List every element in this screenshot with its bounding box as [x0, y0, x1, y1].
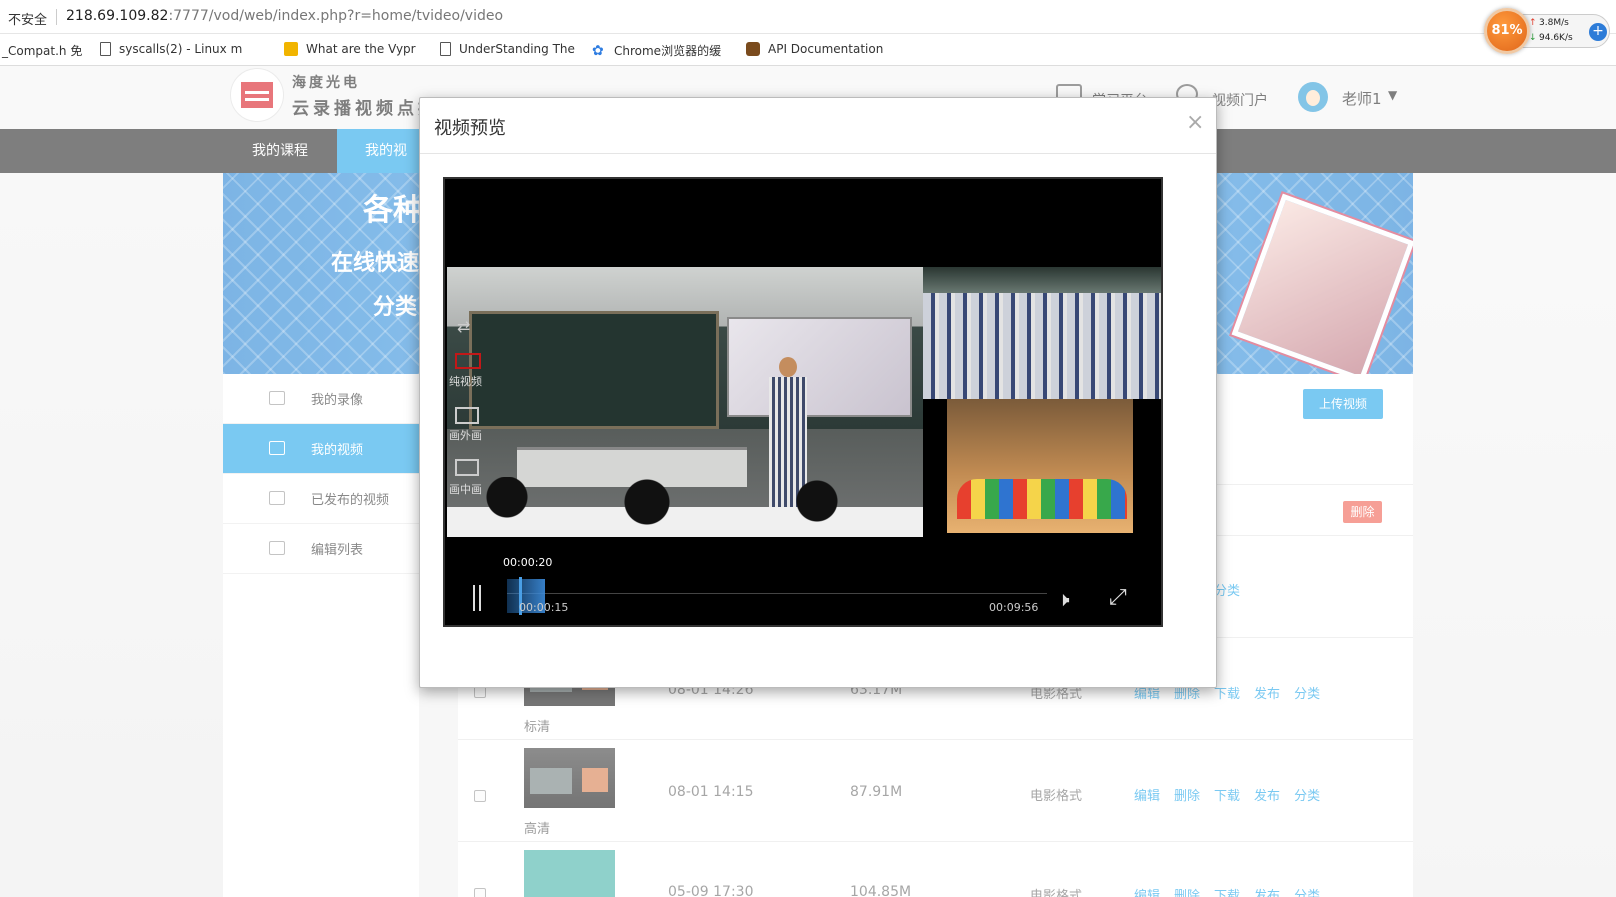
- bookmark-syscalls[interactable]: syscalls(2) - Linux m: [100, 42, 242, 56]
- bookmark-label: What are the Vypr: [306, 42, 416, 56]
- bookmark-label: syscalls(2) - Linux m: [119, 42, 243, 56]
- doc-icon: [440, 42, 451, 56]
- speed-panel: 3.8M/s 94.6K/s +: [1522, 14, 1610, 48]
- bookmarks-bar: _Compat.h 免 syscalls(2) - Linux m What a…: [0, 34, 1616, 66]
- pure-video-icon[interactable]: [455, 353, 481, 369]
- swap-arrows-icon[interactable]: ⇄: [457, 317, 470, 336]
- address-bar: 不安全 218.69.109.82:7777/vod/web/index.php…: [0, 0, 1616, 34]
- students-foreground: [447, 477, 923, 537]
- address-separator: [56, 9, 57, 25]
- bookmark-label: _Compat.h 免: [2, 44, 83, 58]
- video-player[interactable]: ⇄ 纯视频 画外画 画中画 00:00:20 00:00:15 00:09:56…: [443, 177, 1163, 627]
- bookmark-label: Chrome浏览器的缓: [614, 44, 722, 58]
- classroom-main-view: [447, 267, 923, 537]
- url-field[interactable]: 218.69.109.82:7777/vod/web/index.php?r=h…: [66, 8, 503, 24]
- bookmark-label: UnderStanding The: [459, 42, 575, 56]
- volume-icon[interactable]: 🕨: [1057, 587, 1070, 611]
- player-control-bar: 00:00:15 00:09:56 🕨 ⤢: [445, 575, 1161, 625]
- url-path: :7777/vod/web/index.php?r=home/tvideo/vi…: [168, 8, 504, 24]
- classroom-wide-view: [923, 267, 1161, 399]
- fullscreen-icon[interactable]: ⤢: [1109, 585, 1127, 610]
- layout-mode-controls: ⇄ 纯视频 画外画 画中画: [445, 297, 489, 497]
- bookmark-label: API Documentation: [768, 42, 884, 56]
- api-icon: [746, 42, 760, 56]
- slide-view: [947, 399, 1133, 533]
- pause-icon[interactable]: [473, 585, 481, 611]
- duration: 00:09:56: [989, 601, 1039, 614]
- doc-icon: [100, 42, 111, 56]
- upload-speed: 3.8M/s: [1529, 18, 1569, 28]
- memory-percent: 81%: [1484, 8, 1530, 54]
- picture-in-picture-icon[interactable]: [455, 459, 479, 476]
- modal-header: 视频预览 ×: [420, 98, 1216, 154]
- close-icon[interactable]: ×: [1186, 110, 1204, 135]
- download-speed: 94.6K/s: [1529, 33, 1573, 43]
- modal-title: 视频预览: [434, 118, 506, 139]
- mode-outside-label[interactable]: 画外画: [449, 427, 482, 443]
- hover-time-tooltip: 00:00:20: [503, 556, 553, 569]
- progress-track[interactable]: [507, 593, 1047, 594]
- blackboard: [469, 311, 719, 429]
- star-icon: [284, 42, 298, 56]
- bookmark-understanding[interactable]: UnderStanding The: [440, 42, 575, 56]
- current-time: 00:00:15: [519, 601, 569, 614]
- paw-icon: ✿: [592, 42, 604, 59]
- mode-inside-label[interactable]: 画中画: [449, 481, 482, 497]
- mode-pure-label[interactable]: 纯视频: [449, 373, 482, 389]
- bookmark-vypr[interactable]: What are the Vypr: [284, 42, 416, 56]
- projector-screen: [727, 317, 912, 417]
- network-speed-widget[interactable]: 3.8M/s 94.6K/s + 81%: [1484, 6, 1612, 54]
- video-preview-modal: 视频预览 × ⇄ 纯视频 画外画 画中画 00:00:20 00:00:15 0…: [419, 97, 1217, 688]
- video-frame[interactable]: [447, 267, 1161, 537]
- bookmark-chrome[interactable]: ✿ Chrome浏览器的缓: [592, 42, 721, 59]
- bookmark-api[interactable]: API Documentation: [746, 42, 883, 56]
- plus-icon[interactable]: +: [1589, 23, 1607, 41]
- outside-picture-icon[interactable]: [455, 407, 479, 424]
- security-indicator[interactable]: 不安全: [8, 9, 47, 28]
- bookmark-compat[interactable]: _Compat.h 免: [2, 42, 82, 59]
- url-host: 218.69.109.82: [66, 8, 169, 24]
